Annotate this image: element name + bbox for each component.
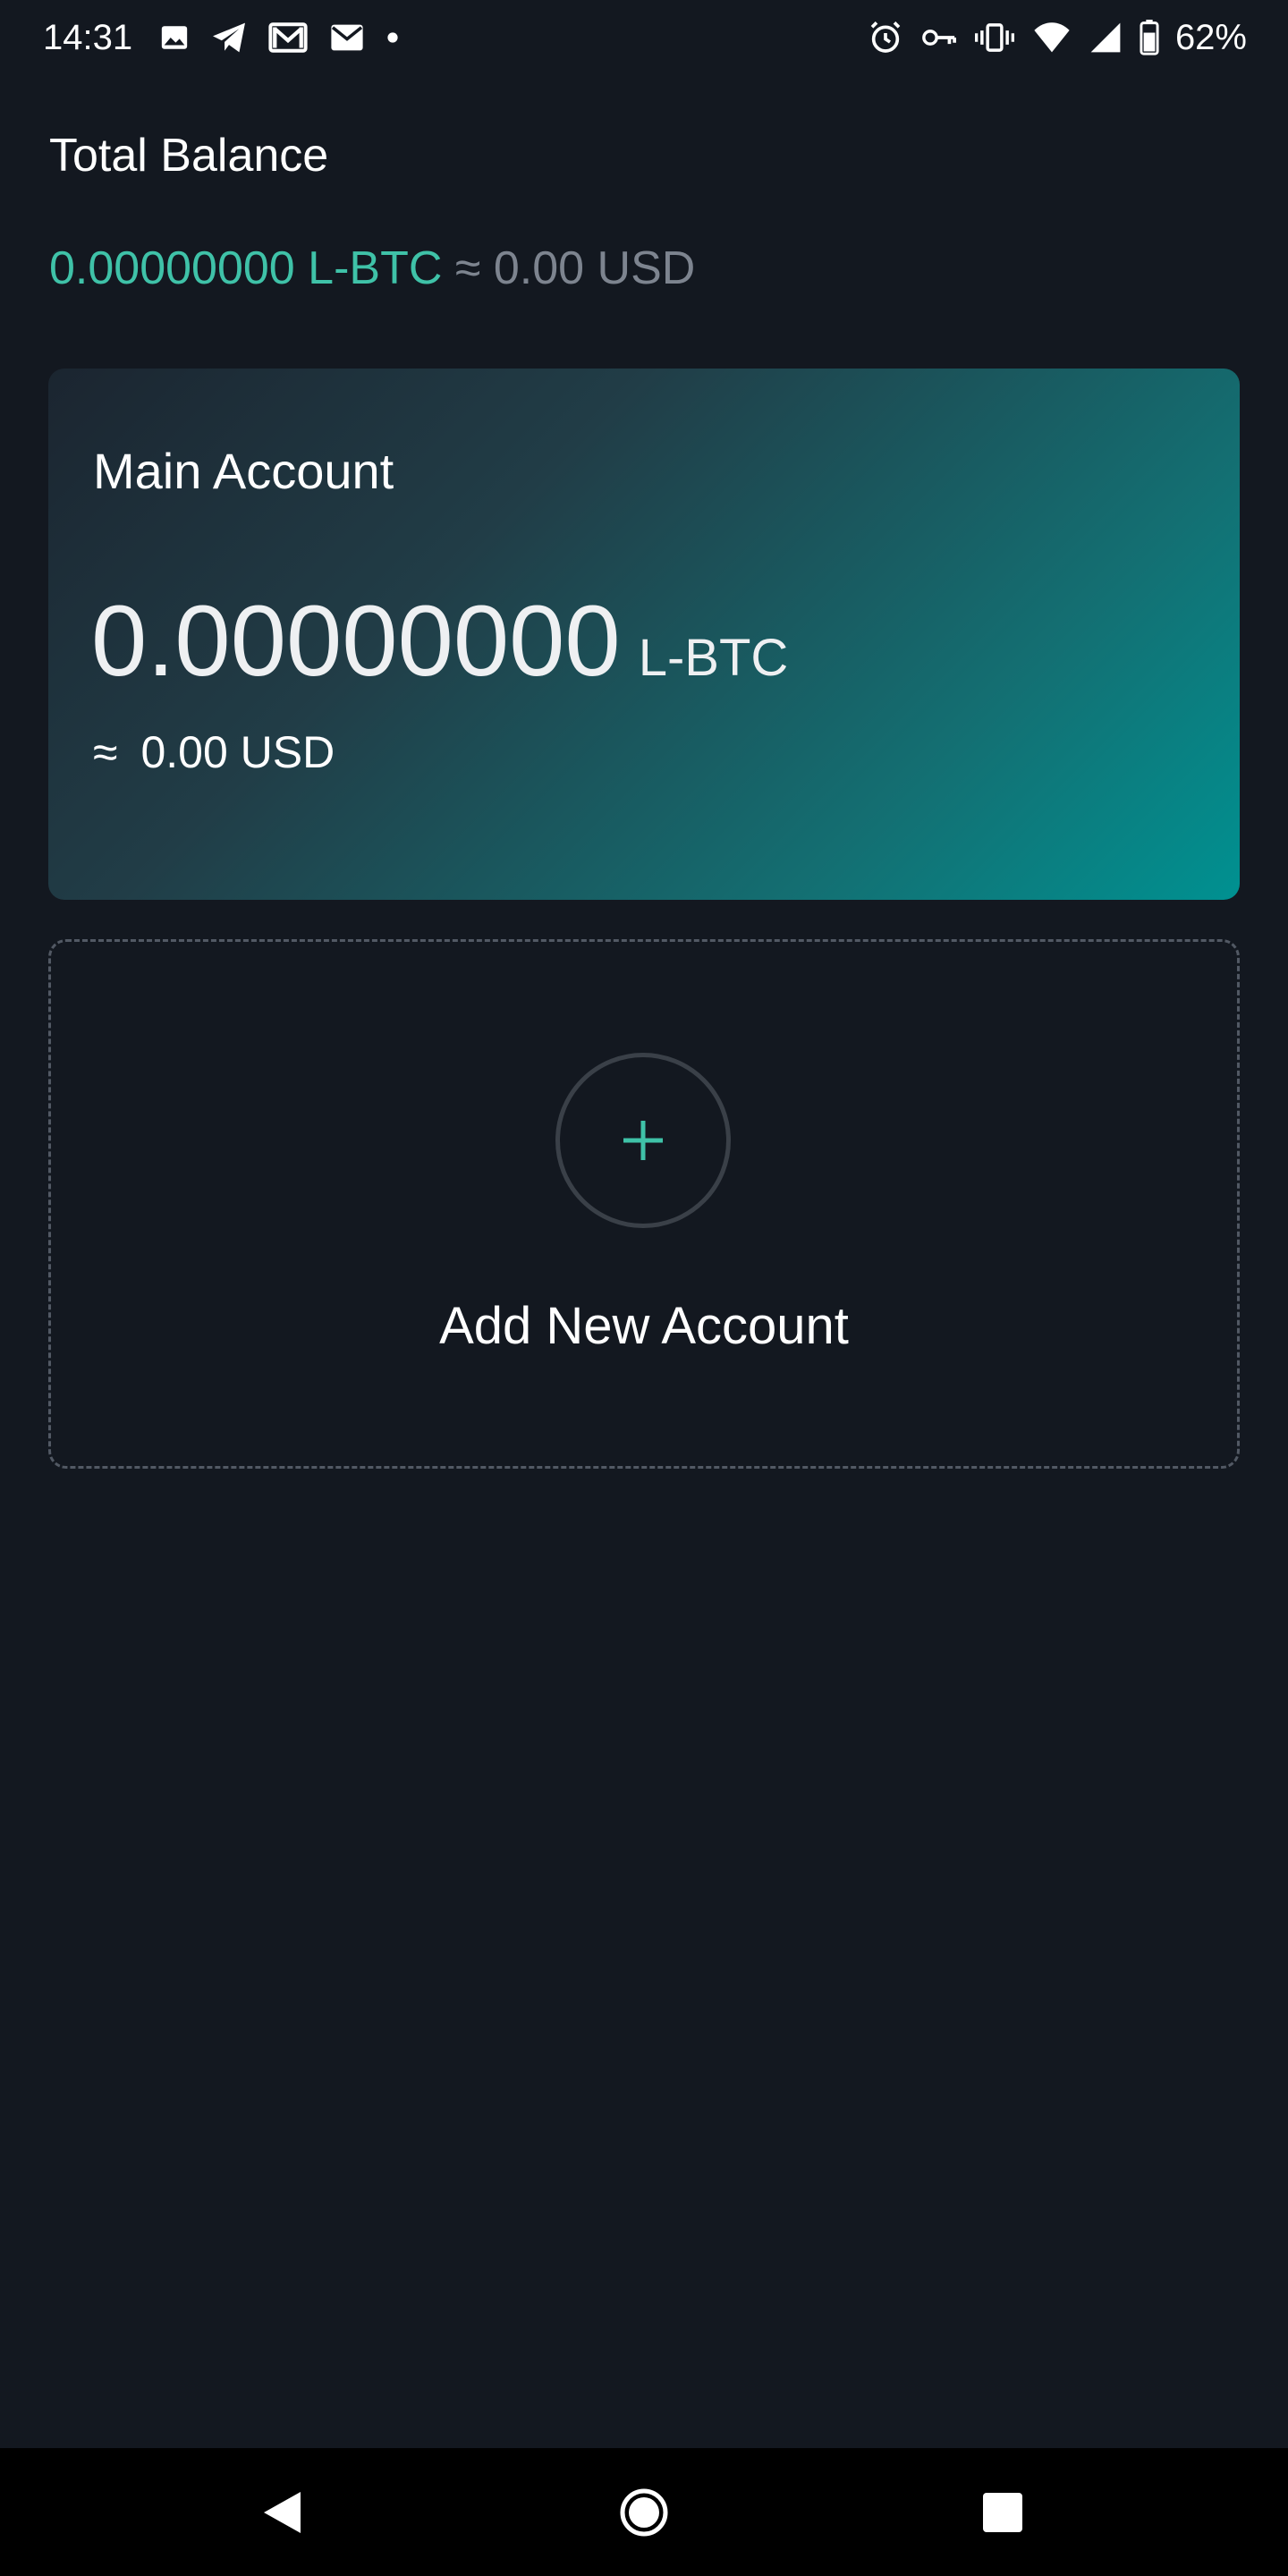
battery-percent: 62%	[1174, 17, 1247, 57]
recents-icon	[983, 2492, 1022, 2532]
total-balance-label: Total Balance	[49, 130, 329, 182]
recents-button[interactable]	[940, 2448, 1065, 2576]
home-icon	[620, 2488, 668, 2536]
back-button[interactable]	[219, 2448, 344, 2576]
account-amount-unit: L-BTC	[638, 629, 789, 687]
approx-symbol: ≈	[93, 727, 118, 777]
vpn-key-icon	[921, 25, 957, 50]
add-new-account-card[interactable]: Add New Account	[48, 939, 1240, 1469]
account-usd-value: ≈0.00 USD	[93, 726, 335, 778]
wifi-icon	[1032, 21, 1072, 54]
status-bar: 14:31 62%	[0, 0, 1288, 75]
account-usd-amount: 0.00 USD	[140, 727, 335, 777]
status-left: 14:31	[43, 18, 420, 58]
plus-icon	[623, 1121, 663, 1160]
home-button[interactable]	[581, 2448, 707, 2576]
battery-icon	[1140, 20, 1159, 55]
add-account-circle-button[interactable]	[555, 1053, 731, 1228]
back-icon	[264, 2491, 301, 2533]
status-right: 62%	[862, 18, 1247, 58]
telegram-icon	[211, 21, 247, 54]
status-time: 14:31	[43, 17, 133, 57]
account-name: Main Account	[93, 443, 394, 499]
gmail-icon	[268, 21, 308, 54]
image-icon	[159, 22, 190, 53]
total-usd-value: ≈ 0.00 USD	[454, 242, 696, 294]
system-nav-bar	[0, 2448, 1288, 2576]
dot-icon	[386, 31, 399, 44]
account-amount-value: 0.00000000	[91, 585, 621, 697]
main-account-card[interactable]: Main Account 0.00000000 L-BTC ≈0.00 USD	[48, 369, 1240, 900]
vibrate-icon	[974, 21, 1014, 54]
add-new-account-label: Add New Account	[439, 1297, 849, 1355]
mail-icon	[329, 23, 365, 52]
total-balance-value: 0.00000000 L-BTC ≈ 0.00 USD	[49, 242, 695, 295]
signal-icon	[1089, 21, 1122, 54]
account-amount: 0.00000000 L-BTC	[91, 583, 788, 699]
alarm-icon	[868, 20, 903, 55]
total-btc-value: 0.00000000 L-BTC	[49, 242, 443, 294]
